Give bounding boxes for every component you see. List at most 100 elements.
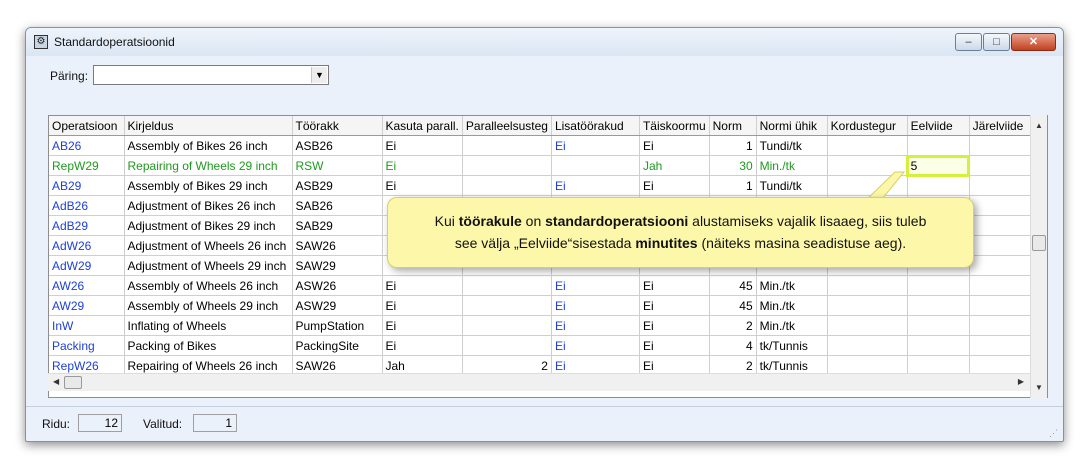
cell-unit[interactable]: Tundi/tk (756, 135, 828, 156)
cell-full[interactable]: Ei (639, 175, 710, 196)
cell-post[interactable] (969, 195, 1034, 216)
table-row[interactable]: Packing Packing of Bikes PackingSite Ei Ei Ei… (49, 335, 1034, 356)
cell-cell[interactable]: SAB29 (292, 215, 383, 236)
cell-desc[interactable]: Assembly of Bikes 29 inch (124, 175, 293, 196)
cell-op[interactable]: AW29 (49, 295, 125, 316)
column-header[interactable]: Täiskoormu (639, 116, 710, 136)
column-header[interactable]: Paralleelsusteg (462, 116, 552, 136)
cell-extra[interactable]: Ei (551, 295, 640, 316)
column-header[interactable]: Järelviide (969, 116, 1034, 136)
cell-rep[interactable] (827, 135, 908, 156)
cell-cell[interactable]: RSW (292, 155, 383, 176)
cell-pdeg[interactable] (462, 335, 552, 356)
cell-op[interactable]: AdW29 (49, 255, 125, 276)
cell-op[interactable]: AdW26 (49, 235, 125, 256)
cell-pdeg[interactable] (462, 315, 552, 336)
column-header[interactable]: Normi ühik (756, 116, 828, 136)
cell-norm[interactable]: 4 (709, 335, 757, 356)
cell-extra[interactable] (551, 155, 640, 176)
cell-cell[interactable]: PumpStation (292, 315, 383, 336)
scroll-down-icon[interactable]: ▼ (1035, 383, 1043, 392)
cell-norm[interactable]: 1 (709, 175, 757, 196)
cell-full[interactable]: Ei (639, 135, 710, 156)
cell-full[interactable]: Ei (639, 295, 710, 316)
cell-desc[interactable]: Assembly of Bikes 26 inch (124, 135, 293, 156)
cell-pdeg[interactable] (462, 295, 552, 316)
cell-pre[interactable] (907, 335, 970, 356)
cell-norm[interactable]: 2 (709, 315, 757, 336)
cell-desc[interactable]: Adjustment of Wheels 29 inch (124, 255, 293, 276)
cell-pre[interactable] (907, 295, 970, 316)
cell-post[interactable] (969, 275, 1034, 296)
cell-op[interactable]: AW26 (49, 275, 125, 296)
cell-cell[interactable]: ASB29 (292, 175, 383, 196)
cell-par[interactable]: Ei (382, 335, 463, 356)
column-header[interactable]: Töörakk (292, 116, 383, 136)
cell-cell[interactable]: ASW29 (292, 295, 383, 316)
cell-unit[interactable]: Min./tk (756, 275, 828, 296)
column-header[interactable]: Kasuta parall. (382, 116, 463, 136)
cell-rep[interactable] (827, 295, 908, 316)
cell-par[interactable]: Ei (382, 275, 463, 296)
chevron-down-icon[interactable]: ▼ (311, 67, 327, 83)
query-select[interactable]: ▼ (93, 65, 329, 85)
cell-norm[interactable]: 45 (709, 295, 757, 316)
cell-unit[interactable]: Min./tk (756, 295, 828, 316)
cell-desc[interactable]: Repairing of Wheels 29 inch (124, 155, 293, 176)
cell-desc[interactable]: Inflating of Wheels (124, 315, 293, 336)
cell-cell[interactable]: PackingSite (292, 335, 383, 356)
cell-cell[interactable]: ASW26 (292, 275, 383, 296)
cell-op[interactable]: InW (49, 315, 125, 336)
cell-extra[interactable]: Ei (551, 275, 640, 296)
cell-full[interactable]: Jah (639, 155, 710, 176)
cell-cell[interactable]: ASB26 (292, 135, 383, 156)
column-header[interactable]: Norm (709, 116, 757, 136)
cell-op[interactable]: AB29 (49, 175, 125, 196)
cell-par[interactable]: Ei (382, 295, 463, 316)
cell-op[interactable]: AdB29 (49, 215, 125, 236)
cell-post[interactable] (969, 135, 1034, 156)
cell-unit[interactable]: Min./tk (756, 315, 828, 336)
scroll-up-icon[interactable]: ▲ (1035, 121, 1043, 130)
cell-post[interactable] (969, 175, 1034, 196)
table-row[interactable]: AW26 Assembly of Wheels 26 inch ASW26 Ei Ei E… (49, 275, 1034, 296)
cell-desc[interactable]: Packing of Bikes (124, 335, 293, 356)
vertical-scroll-thumb[interactable] (1032, 235, 1046, 251)
cell-post[interactable] (969, 335, 1034, 356)
cell-pre[interactable] (907, 175, 970, 196)
table-row[interactable]: AW29 Assembly of Wheels 29 inch ASW29 Ei Ei E… (49, 295, 1034, 316)
table-row[interactable]: InW Inflating of Wheels PumpStation Ei Ei Ei 2… (49, 315, 1034, 336)
cell-op[interactable]: AB26 (49, 135, 125, 156)
cell-par[interactable]: Ei (382, 155, 463, 176)
vertical-scrollbar[interactable]: ▲ ▼ (1030, 115, 1047, 398)
cell-desc[interactable]: Adjustment of Wheels 26 inch (124, 235, 293, 256)
cell-op[interactable]: Packing (49, 335, 125, 356)
cell-norm[interactable]: 30 (709, 155, 757, 176)
resize-grip-icon[interactable]: ⋰ (1049, 428, 1059, 438)
maximize-button[interactable]: □ (983, 33, 1010, 51)
cell-desc[interactable]: Assembly of Wheels 29 inch (124, 295, 293, 316)
cell-rep[interactable] (827, 315, 908, 336)
title-bar[interactable]: ⚙ Standardoperatsioonid – □ ✕ (26, 28, 1063, 56)
cell-desc[interactable]: Assembly of Wheels 26 inch (124, 275, 293, 296)
cell-norm[interactable]: 45 (709, 275, 757, 296)
column-header[interactable]: Operatsioon (49, 116, 125, 136)
horizontal-scrollbar[interactable]: ◀ ▶ (48, 373, 1030, 391)
cell-unit[interactable]: tk/Tunnis (756, 335, 828, 356)
minimize-button[interactable]: – (955, 33, 982, 51)
cell-unit[interactable]: Tundi/tk (756, 175, 828, 196)
cell-desc[interactable]: Adjustment of Bikes 26 inch (124, 195, 293, 216)
cell-unit[interactable]: Min./tk (756, 155, 828, 176)
cell-rep[interactable] (827, 275, 908, 296)
cell-post[interactable] (969, 155, 1034, 176)
cell-par[interactable]: Ei (382, 175, 463, 196)
cell-extra[interactable]: Ei (551, 135, 640, 156)
cell-pdeg[interactable] (462, 275, 552, 296)
cell-desc[interactable]: Adjustment of Bikes 29 inch (124, 215, 293, 236)
cell-op[interactable]: AdB26 (49, 195, 125, 216)
cell-op[interactable]: RepW29 (49, 155, 125, 176)
cell-full[interactable]: Ei (639, 335, 710, 356)
cell-post[interactable] (969, 315, 1034, 336)
cell-pdeg[interactable] (462, 155, 552, 176)
cell-post[interactable] (969, 235, 1034, 256)
